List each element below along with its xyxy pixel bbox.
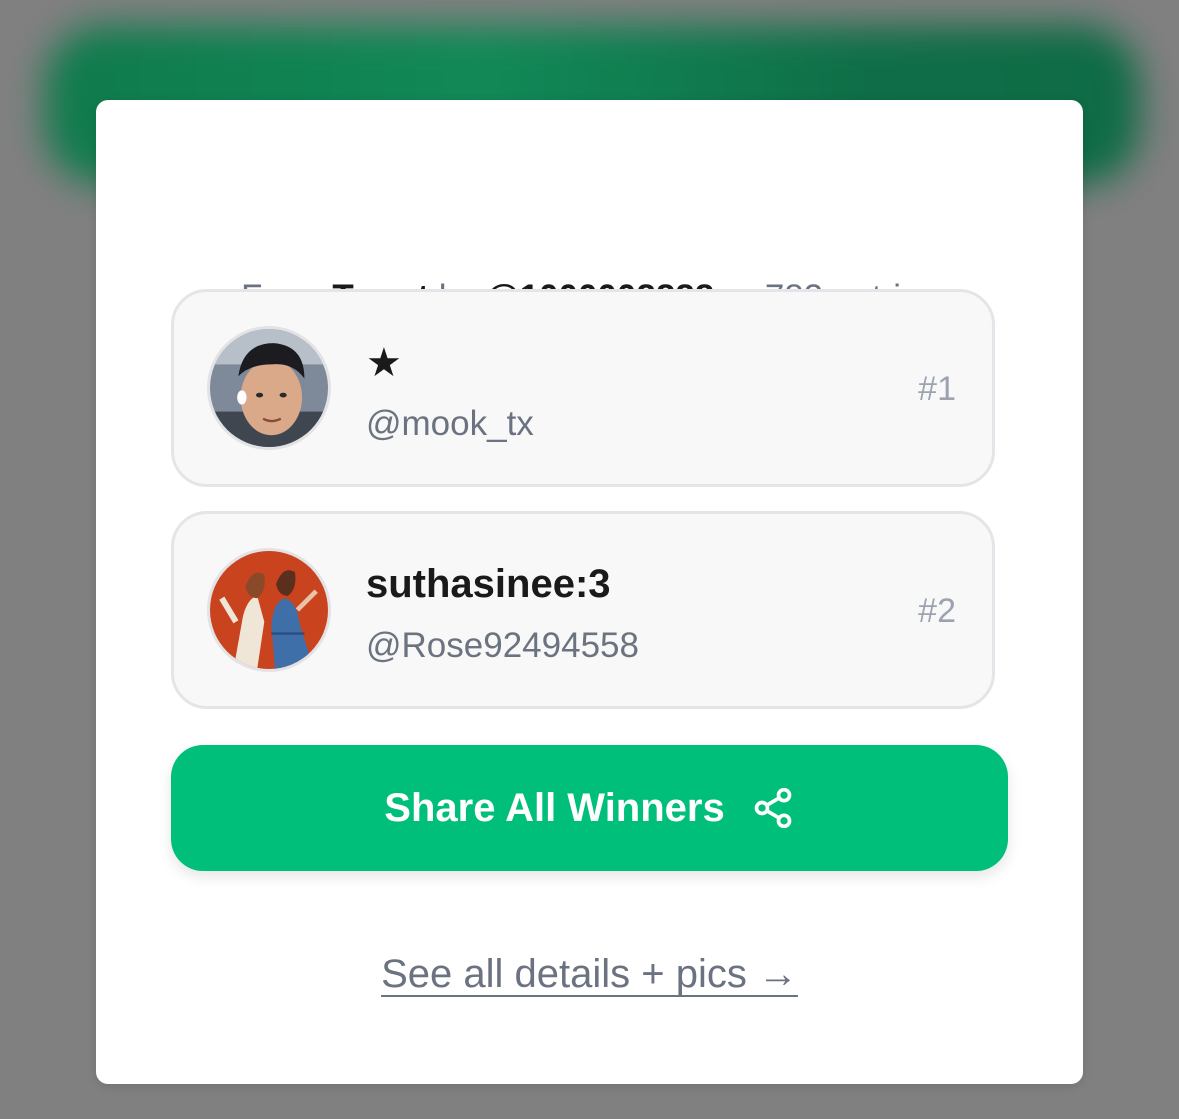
share-all-winners-button[interactable]: Share All Winners: [171, 745, 1008, 871]
avatar: [207, 326, 331, 450]
see-all-details-link[interactable]: See all details + pics →: [96, 952, 1083, 997]
winner-rank: #1: [918, 370, 956, 408]
winner-display-name: ★: [366, 341, 402, 385]
share-icon: [754, 787, 792, 829]
winner-handle: @mook_tx: [366, 404, 534, 443]
share-button-label: Share All Winners: [384, 785, 725, 830]
avatar: [207, 548, 331, 672]
avatar-photo-1: [210, 329, 328, 447]
winner-card[interactable]: ★ @mook_tx #1: [171, 289, 995, 487]
winner-card[interactable]: suthasinee:3 @Rose92494558 #2: [171, 511, 995, 709]
winners-modal: From Tweet by @1000008888_ · 783 entries…: [96, 100, 1083, 1084]
winner-handle: @Rose92494558: [366, 626, 639, 665]
winner-display-name: suthasinee:3: [366, 562, 611, 606]
avatar-illustration-2: [210, 551, 328, 669]
winner-rank: #2: [918, 592, 956, 630]
